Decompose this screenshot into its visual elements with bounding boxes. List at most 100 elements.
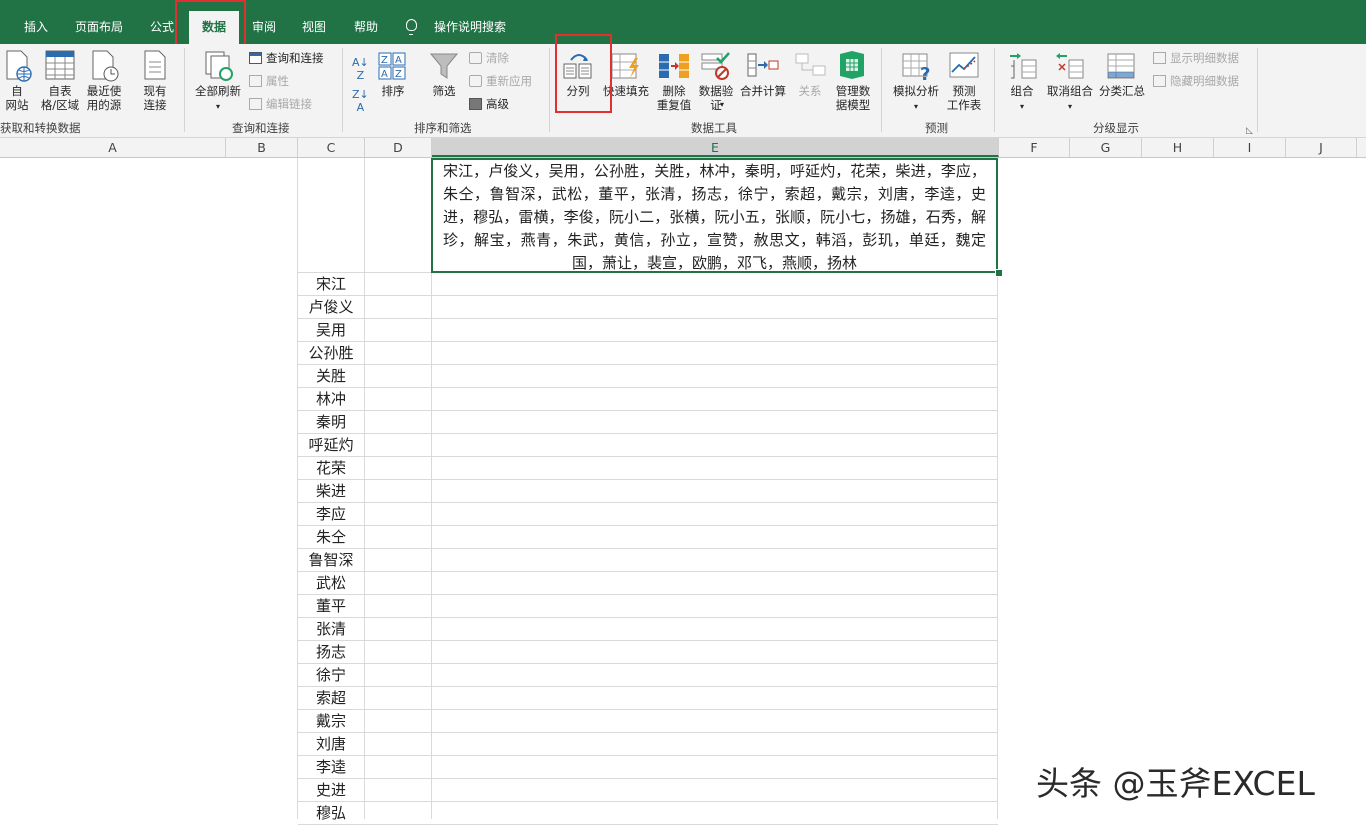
- recent-sources-button[interactable]: 最近使 用的源: [84, 84, 124, 112]
- gridline: [298, 640, 998, 641]
- data-validation-button[interactable]: 数据验 证 ▾: [696, 84, 736, 112]
- ribbon-separator: [342, 48, 343, 132]
- column-header-c[interactable]: C: [298, 138, 365, 157]
- cell-c-name[interactable]: 关胜: [298, 365, 364, 388]
- filter-button[interactable]: 筛选: [426, 84, 462, 98]
- what-if-analysis-button[interactable]: 模拟分析 ▾: [890, 84, 942, 114]
- refresh-all-label: 全部刷新: [195, 84, 241, 98]
- consolidate-button[interactable]: 合并计算: [738, 84, 788, 98]
- sort-button[interactable]: 排序: [376, 84, 410, 98]
- forecast-sheet-label: 预测 工作表: [946, 84, 982, 112]
- svg-text:Z: Z: [381, 55, 388, 66]
- group-label-forecast: 预测: [925, 121, 948, 135]
- cell-c-name[interactable]: 武松: [298, 572, 364, 595]
- column-header-bar: A B C D E F G H I J: [0, 138, 1366, 158]
- properties-button: 属性: [249, 73, 289, 89]
- gridline: [298, 341, 998, 342]
- data-validation-label: 数据验 证: [698, 84, 734, 112]
- refresh-all-button[interactable]: 全部刷新 ▾: [190, 84, 246, 114]
- gridline: [298, 456, 998, 457]
- cell-c-name[interactable]: 董平: [298, 595, 364, 618]
- gridline: [298, 617, 998, 618]
- sort-az-button[interactable]: A↓ Z: [352, 56, 369, 82]
- existing-connections-button[interactable]: 现有 连接: [136, 84, 174, 112]
- gridline: [298, 548, 998, 549]
- cell-c-name[interactable]: 朱仝: [298, 526, 364, 549]
- recent-sources-label: 最近使 用的源: [86, 84, 122, 112]
- data-model-icon: [840, 51, 864, 79]
- tell-me-search[interactable]: 操作说明搜索: [430, 12, 510, 40]
- from-web-button[interactable]: 自 网站: [0, 84, 34, 112]
- forecast-sheet-button[interactable]: 预测 工作表: [942, 84, 986, 112]
- column-header-d[interactable]: D: [365, 138, 432, 157]
- cell-e1-text: 宋江，卢俊义，吴用，公孙胜，关胜，林冲，秦明，呼延灼，花荣，柴进，李应，朱仝，鲁…: [443, 162, 986, 272]
- svg-text:Z: Z: [395, 69, 402, 80]
- subtotal-label: 分类汇总: [1099, 84, 1145, 98]
- worksheet-grid[interactable]: 宋江，卢俊义，吴用，公孙胜，关胜，林冲，秦明，呼延灼，花荣，柴进，李应，朱仝，鲁…: [0, 158, 1366, 825]
- tab-insert[interactable]: 插入: [14, 12, 58, 40]
- existing-connections-label: 现有 连接: [143, 84, 167, 112]
- ungroup-button[interactable]: 取消组合 ▾: [1042, 84, 1098, 114]
- reapply-icon: [469, 75, 482, 87]
- forecast-sheet-icon: [949, 52, 979, 78]
- fill-handle[interactable]: [995, 269, 1003, 277]
- ribbon-separator: [994, 48, 995, 132]
- remove-duplicates-button[interactable]: 删除 重复值: [652, 84, 696, 112]
- column-header-i[interactable]: I: [1214, 138, 1286, 157]
- tab-help[interactable]: 帮助: [344, 12, 388, 40]
- edit-links-label: 编辑链接: [266, 97, 312, 111]
- manage-data-model-label: 管理数 据模型: [835, 84, 871, 112]
- cell-c-name[interactable]: 徐宁: [298, 664, 364, 687]
- edit-links-icon: [249, 98, 262, 110]
- dialog-launcher-icon[interactable]: ◺: [1246, 124, 1253, 138]
- cell-c-name[interactable]: 宋江: [298, 273, 364, 296]
- gridline: [298, 479, 998, 480]
- column-header-b[interactable]: B: [226, 138, 298, 157]
- cell-c-name[interactable]: 吴用: [298, 319, 364, 342]
- cell-c-name[interactable]: 鲁智深: [298, 549, 364, 572]
- cell-c-name[interactable]: 穆弘: [298, 802, 364, 825]
- cell-c-name[interactable]: 张清: [298, 618, 364, 641]
- tab-page-layout[interactable]: 页面布局: [68, 12, 130, 40]
- remove-duplicates-label: 删除 重复值: [656, 84, 692, 112]
- column-header-f[interactable]: F: [999, 138, 1070, 157]
- advanced-filter-button[interactable]: 高级: [469, 96, 509, 112]
- gridline: [298, 778, 998, 779]
- tab-view[interactable]: 视图: [294, 12, 334, 40]
- from-table-label: 自表 格/区域: [40, 84, 80, 112]
- cell-c-name[interactable]: 索超: [298, 687, 364, 710]
- cell-c-name[interactable]: 扬志: [298, 641, 364, 664]
- cell-c-name[interactable]: 史进: [298, 779, 364, 802]
- cell-c-name[interactable]: 李应: [298, 503, 364, 526]
- queries-connections-button[interactable]: 查询和连接: [249, 50, 324, 66]
- column-header-e[interactable]: E: [432, 138, 999, 157]
- cell-c-name[interactable]: 李逵: [298, 756, 364, 779]
- cell-c-name[interactable]: 呼延灼: [298, 434, 364, 457]
- cell-c-name[interactable]: 卢俊义: [298, 296, 364, 319]
- from-web-label: 自 网站: [5, 84, 29, 112]
- group-button[interactable]: 组合 ▾: [1006, 84, 1038, 114]
- gridline: [298, 364, 998, 365]
- group-label-get-transform: 获取和转换数据: [0, 121, 81, 135]
- cell-c-name[interactable]: 秦明: [298, 411, 364, 434]
- cell-c-name[interactable]: 戴宗: [298, 710, 364, 733]
- clear-filter-icon: [469, 52, 482, 64]
- tab-review[interactable]: 审阅: [244, 12, 284, 40]
- column-header-h[interactable]: H: [1142, 138, 1214, 157]
- from-table-button[interactable]: 自表 格/区域: [36, 84, 84, 112]
- manage-data-model-button[interactable]: 管理数 据模型: [830, 84, 876, 112]
- cell-c-name[interactable]: 刘唐: [298, 733, 364, 756]
- cell-e1[interactable]: 宋江，卢俊义，吴用，公孙胜，关胜，林冲，秦明，呼延灼，花荣，柴进，李应，朱仝，鲁…: [431, 158, 998, 273]
- sort-za-button[interactable]: Z↓ A: [352, 88, 369, 114]
- relationships-button: 关系: [792, 84, 828, 98]
- column-header-a[interactable]: A: [0, 138, 226, 157]
- cell-c-name[interactable]: 林冲: [298, 388, 364, 411]
- subtotal-button[interactable]: 分类汇总: [1097, 84, 1147, 98]
- column-header-j[interactable]: J: [1286, 138, 1357, 157]
- column-header-g[interactable]: G: [1070, 138, 1142, 157]
- cell-c-name[interactable]: 花荣: [298, 457, 364, 480]
- dropdown-arrow-icon: ▾: [913, 102, 918, 111]
- tab-highlight-box: [175, 0, 246, 47]
- cell-c-name[interactable]: 公孙胜: [298, 342, 364, 365]
- cell-c-name[interactable]: 柴进: [298, 480, 364, 503]
